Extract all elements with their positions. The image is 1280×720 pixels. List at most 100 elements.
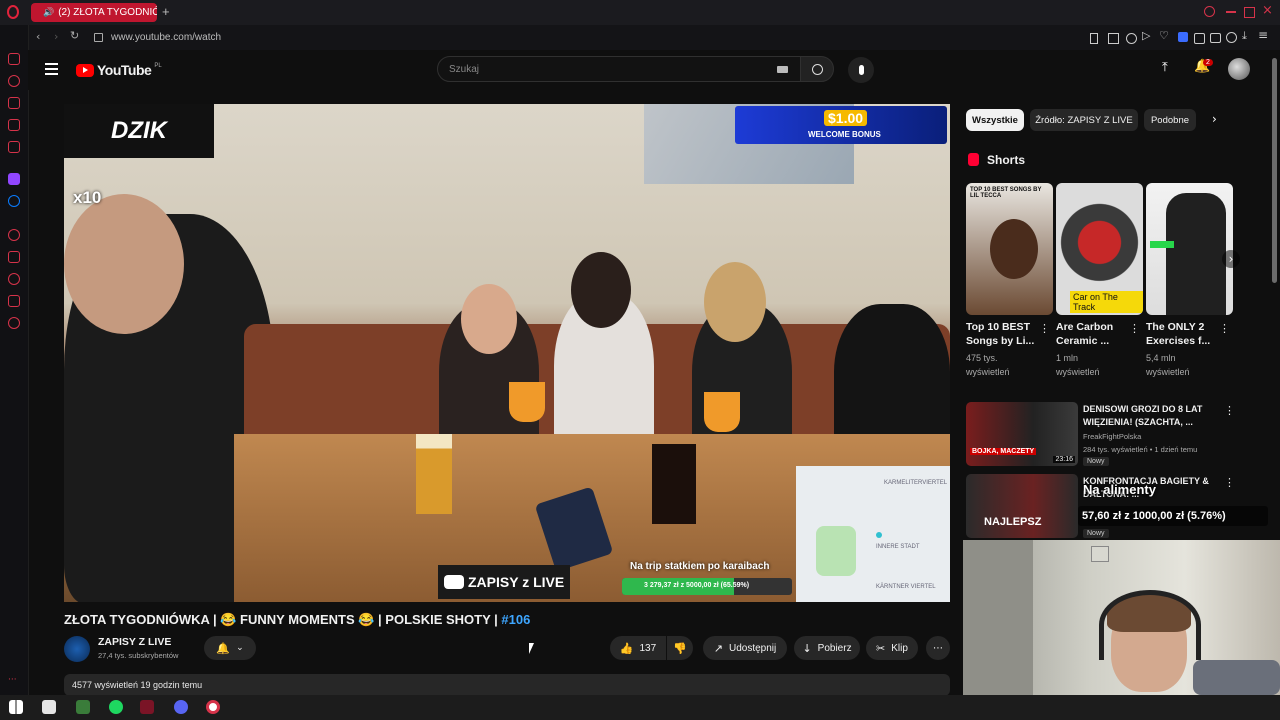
vpn-icon[interactable] bbox=[1126, 33, 1137, 44]
windows-start-icon[interactable] bbox=[9, 700, 23, 714]
youtube-logo[interactable]: YouTube PL bbox=[76, 62, 162, 78]
maximize-button[interactable] bbox=[1244, 7, 1255, 18]
avatar[interactable] bbox=[1228, 58, 1250, 80]
map-label-2: INNERE STADT bbox=[876, 544, 920, 550]
related-thumb-text: BOJKA, MACZETY bbox=[970, 448, 1037, 455]
settings-icon[interactable] bbox=[8, 317, 20, 329]
hamburger-menu-icon[interactable] bbox=[45, 63, 58, 75]
discord-icon[interactable] bbox=[174, 700, 188, 714]
opera-gx-icon[interactable] bbox=[206, 700, 220, 714]
short-thumbnail-2[interactable]: Car on The Track bbox=[1056, 183, 1143, 315]
short-title-1[interactable]: Top 10 BEST Songs by Li... bbox=[966, 320, 1038, 348]
mail-icon[interactable] bbox=[8, 141, 20, 153]
search-tabs-icon[interactable] bbox=[1204, 6, 1215, 17]
short-menu-icon-1[interactable]: ⋮ bbox=[1039, 322, 1050, 335]
related-video-menu-icon-1[interactable]: ⋮ bbox=[1224, 404, 1235, 417]
new-badge-2: Nowy bbox=[1083, 529, 1109, 538]
bookmark-icon[interactable] bbox=[1090, 33, 1098, 44]
lock-icon[interactable] bbox=[94, 33, 103, 42]
snapshot-icon[interactable] bbox=[1108, 33, 1119, 44]
opera-logo-icon[interactable] bbox=[7, 5, 19, 19]
short-menu-icon-2[interactable]: ⋮ bbox=[1129, 322, 1140, 335]
more-sidebar-icon[interactable]: ··· bbox=[8, 675, 17, 685]
opera-taskbar-icon[interactable] bbox=[140, 700, 154, 714]
map-label-3: KÄRNTNER VIERTEL bbox=[876, 584, 936, 590]
workspace-icon[interactable] bbox=[8, 53, 20, 65]
views-and-date: 4577 wyświetleń 19 godzin temu bbox=[72, 680, 203, 690]
twitch-icon[interactable] bbox=[8, 173, 20, 185]
related-video-thumbnail-1[interactable]: BOJKA, MACZETY 23:16 bbox=[966, 402, 1078, 466]
minimize-button[interactable] bbox=[1226, 11, 1236, 13]
related-video-menu-icon-2[interactable]: ⋮ bbox=[1224, 476, 1235, 489]
youtube-play-icon bbox=[444, 575, 464, 589]
keyboard-icon[interactable] bbox=[777, 66, 788, 73]
extensions-icon[interactable] bbox=[1194, 33, 1205, 44]
calendar-icon[interactable] bbox=[42, 700, 56, 714]
reload-icon[interactable]: ↻ bbox=[70, 29, 79, 42]
clip-button[interactable]: ✂ Klip bbox=[866, 636, 918, 660]
download-icon[interactable]: ⤓ bbox=[1242, 29, 1247, 43]
clock-icon[interactable] bbox=[8, 273, 20, 285]
more-actions-button[interactable]: ⋯ bbox=[926, 636, 950, 660]
menu-icon[interactable]: ≡ bbox=[1258, 28, 1268, 42]
subscribed-button[interactable]: 🔔 ⌄ bbox=[204, 636, 256, 660]
related-video-title-1[interactable]: DENISOWI GROZI DO 8 LAT WIĘZIENIA! (SZAC… bbox=[1083, 403, 1218, 429]
shorts-next-icon[interactable]: › bbox=[1222, 250, 1240, 268]
browser-tab-active[interactable]: 🔊 (2) ZŁOTA TYGODNIÓ bbox=[31, 3, 157, 22]
bookmarks-icon[interactable] bbox=[8, 251, 20, 263]
close-window-button[interactable]: × bbox=[1262, 3, 1273, 18]
short-title-3[interactable]: The ONLY 2 Exercises f... bbox=[1146, 320, 1218, 348]
related-video-channel-1[interactable]: FreakFightPolska bbox=[1083, 432, 1141, 441]
mouse-cursor bbox=[529, 643, 534, 654]
speaker-icon[interactable]: 🔊 bbox=[43, 7, 54, 18]
short-thumbnail-1[interactable]: TOP 10 BEST SONGS BY LIL TECCA bbox=[966, 183, 1053, 315]
forward-icon[interactable]: › bbox=[54, 30, 58, 43]
chip-source[interactable]: Źródło: ZAPISY Z LIVE bbox=[1030, 109, 1138, 131]
facebook-messenger-icon[interactable] bbox=[8, 195, 20, 207]
chip-similar[interactable]: Podobne bbox=[1144, 109, 1196, 131]
play-icon[interactable]: ▷ bbox=[1142, 29, 1150, 42]
search-button[interactable] bbox=[800, 56, 834, 82]
related-video-thumbnail-2[interactable]: NAJLEPSZ bbox=[966, 474, 1078, 538]
url-field[interactable]: www.youtube.com/watch bbox=[111, 32, 221, 43]
streamer-webcam bbox=[963, 540, 1280, 695]
wallet-icon[interactable] bbox=[1178, 32, 1188, 42]
upload-icon[interactable]: ⤒ bbox=[1162, 60, 1168, 75]
search-input[interactable]: Szukaj bbox=[437, 56, 801, 82]
channel-name[interactable]: ZAPISY Z LIVE bbox=[98, 636, 171, 648]
short-title-2[interactable]: Are Carbon Ceramic ... bbox=[1056, 320, 1128, 348]
history-icon[interactable] bbox=[8, 229, 20, 241]
chips-next-icon[interactable]: › bbox=[1212, 112, 1217, 126]
camera-icon[interactable] bbox=[1210, 33, 1221, 43]
heart-icon[interactable]: ♡ bbox=[1159, 29, 1169, 42]
video-hashtag[interactable]: #106 bbox=[501, 612, 530, 627]
page-scrollbar[interactable] bbox=[1272, 58, 1277, 283]
youtube-wordmark: YouTube bbox=[97, 62, 152, 78]
browser-tab-bar: 🔊 (2) ZŁOTA TYGODNIÓ + × bbox=[0, 0, 1280, 25]
voice-search-button[interactable] bbox=[848, 57, 874, 83]
chip-all[interactable]: Wszystkie bbox=[966, 109, 1024, 131]
share-button[interactable]: ↗ Udostępnij bbox=[703, 636, 787, 660]
new-tab-button[interactable]: + bbox=[162, 4, 170, 19]
shorts-heading: Shorts bbox=[987, 153, 1026, 167]
spotify-icon[interactable] bbox=[109, 700, 123, 714]
user-icon[interactable] bbox=[1226, 32, 1237, 43]
file-explorer-icon[interactable] bbox=[76, 700, 90, 714]
extensions-sidebar-icon[interactable] bbox=[8, 295, 20, 307]
stream-goal-text: 57,60 zł z 1000,00 zł (5.76%) bbox=[1082, 510, 1226, 522]
short-thumbnail-3[interactable] bbox=[1146, 183, 1233, 315]
back-icon[interactable]: ‹ bbox=[36, 30, 40, 43]
like-button[interactable]: 👍 137 bbox=[610, 636, 666, 660]
chevron-down-icon: ⌄ bbox=[236, 643, 244, 653]
speed-dial-icon[interactable] bbox=[8, 97, 20, 109]
dislike-button[interactable]: 👎 bbox=[667, 636, 693, 660]
overlay-multiplier: x10 bbox=[73, 188, 102, 207]
short-menu-icon-3[interactable]: ⋮ bbox=[1219, 322, 1230, 335]
aria-icon[interactable] bbox=[8, 75, 20, 87]
description-box[interactable]: 4577 wyświetleń 19 godzin temu bbox=[64, 674, 950, 696]
dzik-logo-text: DZIK bbox=[111, 117, 167, 144]
channel-avatar[interactable] bbox=[64, 636, 90, 662]
messenger-icon[interactable] bbox=[8, 119, 20, 131]
stream-goal-title: Na alimenty bbox=[1083, 482, 1156, 497]
download-button[interactable]: ↓ Pobierz bbox=[794, 636, 860, 660]
